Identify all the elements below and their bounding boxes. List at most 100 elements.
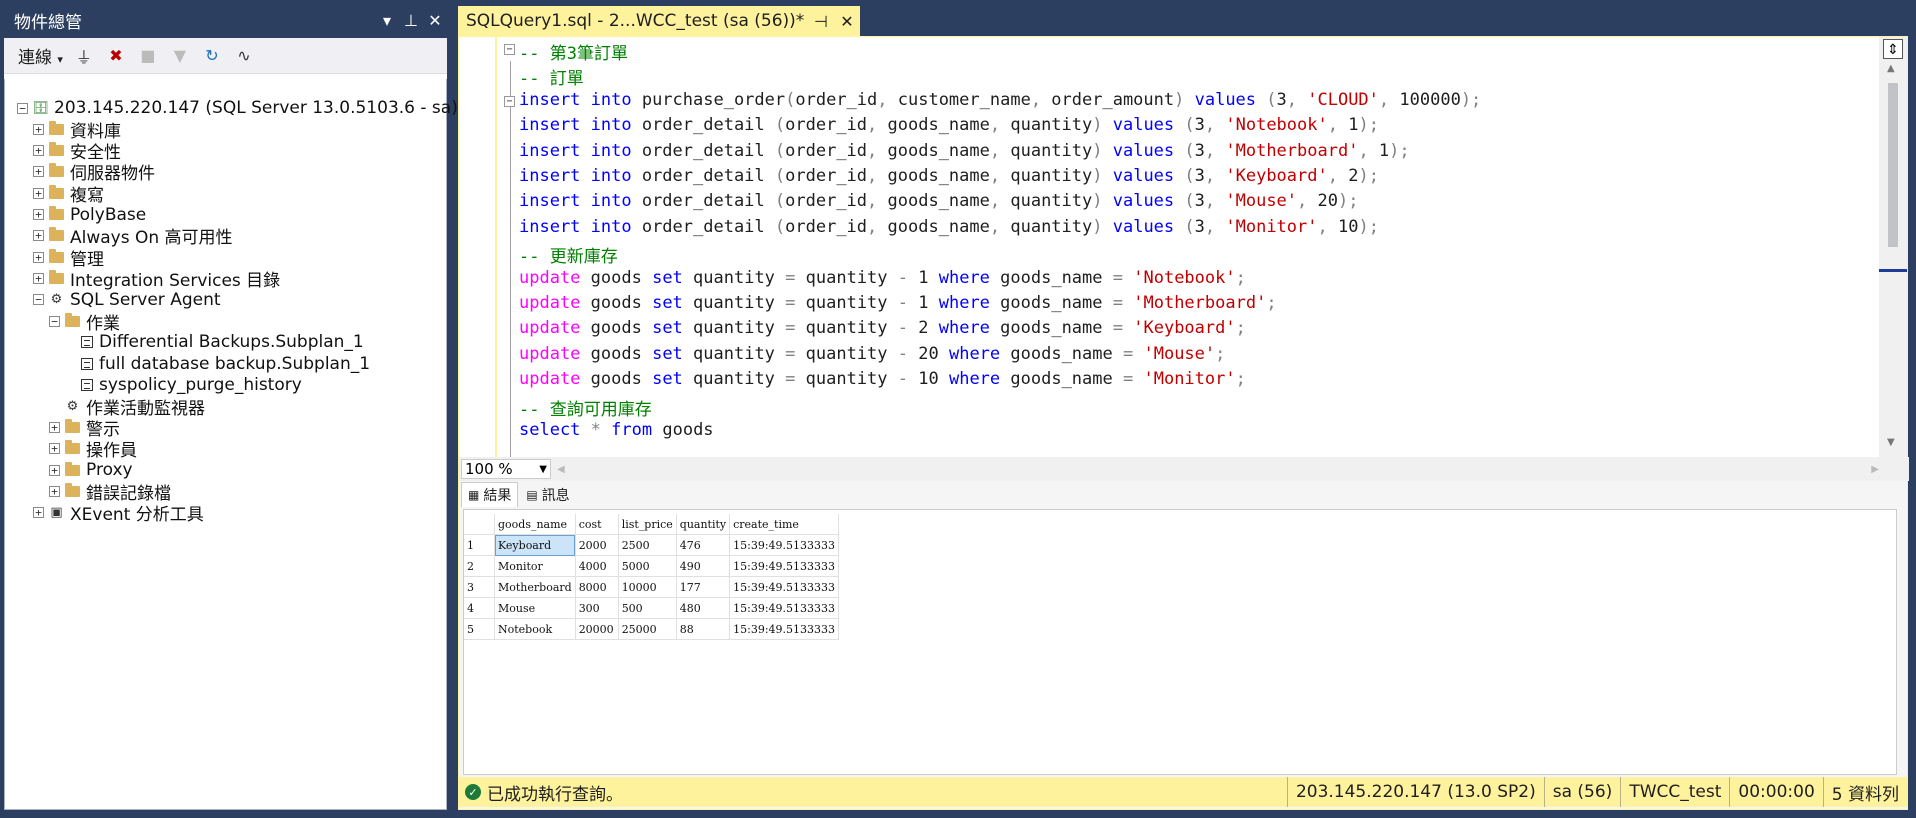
grid-cell[interactable]: 480	[676, 597, 731, 619]
tree-node[interactable]: + 操作員	[49, 438, 137, 461]
tree-node[interactable]: syspolicy_purge_history	[65, 374, 302, 396]
tab-results[interactable]: ▦ 結果	[461, 482, 519, 507]
zoom-select[interactable]: 100 % ▼	[461, 459, 551, 479]
grid-column-header[interactable]: quantity	[676, 514, 731, 535]
grid-cell[interactable]: 490	[676, 555, 731, 577]
grid-cell[interactable]: 4000	[575, 555, 619, 577]
tree-node[interactable]: ⚙ 作業活動監視器	[49, 395, 205, 419]
expand-icon[interactable]: +	[33, 209, 44, 220]
collapse-icon[interactable]: −	[49, 315, 60, 327]
code-editor[interactable]: − − -- 第3筆訂單 -- 訂單 insert into purchase_or…	[459, 37, 1879, 457]
disconnect-icon[interactable]: ✖	[105, 45, 127, 67]
grid-cell[interactable]: 177	[676, 576, 731, 598]
grid-cell[interactable]: 15:39:49.5133333	[729, 618, 840, 640]
tree-node[interactable]: + 複寫	[33, 182, 104, 206]
grid-cell[interactable]: Monitor	[494, 555, 576, 577]
results-grid[interactable]: goods_name cost list_price quantity create_t…	[464, 514, 840, 640]
close-tab-icon[interactable]: ✕	[834, 12, 860, 31]
tree-node[interactable]: + 安全性	[33, 140, 121, 163]
tree-node[interactable]: + ▣ XEvent 分析工具	[33, 502, 204, 525]
expand-icon[interactable]: +	[49, 422, 60, 433]
grid-cell[interactable]: 2500	[618, 534, 677, 556]
grid-cell[interactable]: 15:39:49.5133333	[729, 576, 840, 598]
row-number-cell[interactable]: 4	[464, 597, 495, 619]
expand-icon[interactable]: +	[33, 123, 44, 135]
activity-monitor-icon[interactable]: ∿	[233, 45, 255, 67]
tree-node[interactable]: + 伺服器物件	[33, 161, 155, 184]
expand-icon[interactable]: +	[33, 166, 44, 178]
grid-cell[interactable]: 5000	[618, 555, 677, 577]
grid-column-header[interactable]: goods_name	[494, 514, 576, 535]
split-editor-icon[interactable]: ⇕	[1883, 39, 1903, 59]
connect-plug-icon[interactable]: ⏚	[73, 45, 95, 67]
grid-cell[interactable]: 25000	[618, 618, 677, 640]
expand-icon[interactable]: +	[49, 443, 60, 455]
grid-column-header[interactable]: list_price	[618, 514, 677, 535]
scroll-right-icon[interactable]: ▶	[1871, 464, 1879, 475]
grid-cell[interactable]: 300	[575, 597, 619, 619]
expand-icon[interactable]: +	[49, 464, 60, 476]
grid-cell[interactable]: Notebook	[494, 618, 576, 640]
fold-toggle-icon[interactable]: −	[504, 96, 515, 107]
grid-column-header[interactable]: create_time	[729, 514, 840, 535]
tree-node[interactable]: full database backup.Subplan_1	[65, 353, 370, 375]
tab-messages[interactable]: ▤ 訊息	[520, 483, 575, 507]
grid-cell[interactable]: 20000	[575, 618, 619, 640]
scroll-down-icon[interactable]: ▼	[1887, 437, 1895, 448]
expand-icon[interactable]: +	[49, 485, 60, 497]
refresh-icon[interactable]: ↻	[201, 45, 223, 67]
table-row[interactable]: 2 Monitor 4000 5000 490 15:39:49.5133333	[464, 555, 840, 577]
expand-icon[interactable]: +	[33, 230, 44, 242]
tab-sqlquery1[interactable]: SQLQuery1.sql - 2...WCC_test (sa (56))* …	[458, 6, 860, 36]
connect-button[interactable]: 連線 ▾	[18, 43, 63, 68]
expand-icon[interactable]: +	[33, 507, 44, 519]
grid-cell[interactable]: 476	[676, 534, 731, 556]
row-number-cell[interactable]: 3	[464, 576, 495, 598]
tree-node[interactable]: + Integration Services 目錄	[33, 267, 280, 291]
tree-node[interactable]: + 資料庫	[33, 118, 121, 142]
tree-node[interactable]: + 管理	[33, 246, 104, 270]
row-number-cell[interactable]: 5	[464, 618, 495, 640]
tree-node[interactable]: + 錯誤記錄檔	[49, 480, 171, 504]
expand-icon[interactable]: +	[33, 272, 44, 284]
grid-cell[interactable]: 10000	[618, 576, 677, 598]
grid-cell[interactable]: 15:39:49.5133333	[729, 534, 840, 556]
pin-icon[interactable]: ⊣	[808, 12, 834, 31]
vertical-scrollbar[interactable]: ⇕ ▲ ▼	[1879, 37, 1907, 457]
tree-node[interactable]: + Proxy	[49, 459, 133, 481]
expand-icon[interactable]: +	[33, 187, 44, 199]
tree-node[interactable]: + 警示	[49, 417, 120, 440]
table-row[interactable]: 4 Mouse 300 500 480 15:39:49.5133333	[464, 597, 840, 619]
grid-cell[interactable]: 8000	[575, 576, 619, 598]
grid-cell[interactable]: Keyboard	[494, 534, 576, 556]
row-number-cell[interactable]: 2	[464, 555, 495, 577]
stop-icon[interactable]: ■	[137, 45, 159, 67]
tree-node[interactable]: − 作業	[49, 310, 120, 334]
scroll-up-icon[interactable]: ▲	[1887, 63, 1895, 74]
scroll-left-icon[interactable]: ◀	[557, 464, 565, 475]
tree-node[interactable]: − ⚙ SQL Server Agent	[33, 289, 221, 311]
row-number-cell[interactable]: 1	[464, 534, 495, 556]
fold-toggle-icon[interactable]: −	[504, 44, 515, 55]
grid-cell[interactable]: Motherboard	[494, 576, 576, 598]
grid-corner-cell[interactable]	[464, 514, 495, 535]
table-row[interactable]: 3 Motherboard 8000 10000 177 15:39:49.5133333	[464, 576, 840, 598]
window-position-dropdown-icon[interactable]: ▾	[375, 11, 399, 30]
grid-column-header[interactable]: cost	[575, 514, 619, 535]
tree-node[interactable]: Differential Backups.Subplan_1	[65, 331, 364, 353]
filter-icon[interactable]: ▼	[169, 45, 191, 67]
expand-icon[interactable]: +	[33, 251, 44, 263]
scrollbar-thumb[interactable]	[1888, 83, 1898, 247]
grid-cell[interactable]: 500	[618, 597, 677, 619]
grid-cell[interactable]: Mouse	[494, 597, 576, 619]
tree-node[interactable]: + Always On 高可用性	[33, 225, 233, 248]
grid-cell[interactable]: 15:39:49.5133333	[729, 597, 840, 619]
collapse-icon[interactable]: −	[33, 294, 44, 306]
table-row[interactable]: 5 Notebook 20000 25000 88 15:39:49.5133333	[464, 618, 840, 640]
grid-cell[interactable]: 2000	[575, 534, 619, 556]
table-row[interactable]: 1 Keyboard 2000 2500 476 15:39:49.5133333	[464, 534, 840, 556]
grid-cell[interactable]: 15:39:49.5133333	[729, 555, 840, 577]
expand-icon[interactable]: +	[33, 145, 44, 157]
tree-node[interactable]: − 🗄 203.145.220.147 (SQL Server 13.0.5103.…	[17, 97, 458, 119]
collapse-icon[interactable]: −	[17, 102, 28, 114]
